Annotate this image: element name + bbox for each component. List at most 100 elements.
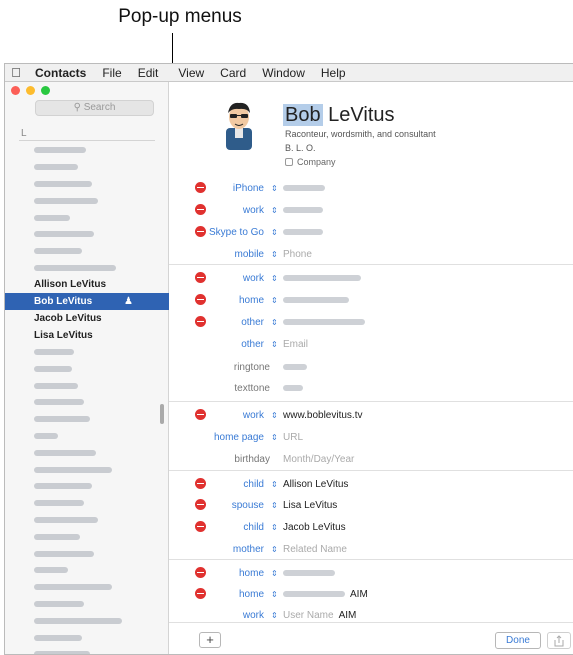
contact-list-item[interactable] (5, 461, 169, 478)
field-value[interactable] (283, 227, 323, 238)
contact-list-item[interactable] (5, 344, 169, 361)
company-checkbox-row[interactable]: Company (285, 157, 336, 167)
field-label-popup[interactable]: mother (233, 544, 264, 555)
field-label-popup[interactable]: mobile (235, 249, 264, 260)
contact-list-item[interactable] (5, 579, 169, 596)
contact-list-item[interactable]: Bob LeVitus ♟ (5, 293, 169, 310)
popup-chevron-icon[interactable]: ⇕ (271, 296, 278, 305)
field-label-popup[interactable]: home page (214, 432, 264, 443)
menu-edit[interactable]: Edit (130, 66, 167, 80)
contact-list-item[interactable]: Jacob LeVitus (5, 310, 169, 327)
field-label-popup[interactable]: work (243, 410, 264, 421)
remove-field-icon[interactable] (195, 294, 206, 305)
remove-field-icon[interactable] (195, 272, 206, 283)
contact-list-item[interactable] (5, 428, 169, 445)
field-label-popup[interactable]: work (243, 205, 264, 216)
contact-list-item[interactable]: Lisa LeVitus (5, 327, 169, 344)
field-value[interactable] (283, 273, 361, 284)
contact-list-item[interactable] (5, 192, 169, 209)
contact-list-item[interactable] (5, 209, 169, 226)
contact-list-item[interactable] (5, 176, 169, 193)
field-label-popup[interactable]: work (243, 610, 264, 621)
popup-chevron-icon[interactable]: ⇕ (271, 318, 278, 327)
field-value[interactable] (283, 183, 325, 194)
remove-field-icon[interactable] (195, 478, 206, 489)
contact-list-item[interactable] (5, 142, 169, 159)
contact-list-item[interactable] (5, 596, 169, 613)
contact-list-item[interactable] (5, 495, 169, 512)
contact-list-item[interactable] (5, 411, 169, 428)
remove-field-icon[interactable] (195, 567, 206, 578)
search-input[interactable]: ⚲ Search (35, 100, 154, 116)
field-value[interactable] (283, 568, 335, 579)
field-label-popup[interactable]: home (239, 295, 264, 306)
remove-field-icon[interactable] (195, 316, 206, 327)
field-value[interactable] (283, 295, 349, 306)
remove-field-icon[interactable] (195, 226, 206, 237)
contact-list-item[interactable] (5, 629, 169, 646)
maximize-window-button[interactable] (41, 86, 50, 95)
field-value[interactable] (283, 362, 307, 373)
contact-list-item[interactable] (5, 545, 169, 562)
field-value[interactable]: URL (283, 432, 303, 443)
close-window-button[interactable] (11, 86, 20, 95)
contact-list-item[interactable] (5, 226, 169, 243)
menu-card[interactable]: Card (212, 66, 254, 80)
popup-chevron-icon[interactable]: ⇕ (271, 184, 278, 193)
field-label-popup[interactable]: child (243, 522, 264, 533)
company-checkbox[interactable] (285, 158, 293, 166)
popup-chevron-icon[interactable]: ⇕ (271, 569, 278, 578)
popup-chevron-icon[interactable]: ⇕ (271, 250, 278, 259)
field-label-popup[interactable]: Skype to Go (209, 227, 264, 238)
contact-list-item[interactable] (5, 444, 169, 461)
field-value[interactable]: Jacob LeVitus (283, 522, 346, 533)
apple-icon[interactable]:  (5, 65, 27, 80)
field-value[interactable]: Related Name (283, 544, 347, 555)
popup-chevron-icon[interactable]: ⇕ (271, 611, 278, 620)
remove-field-icon[interactable] (195, 182, 206, 193)
field-value[interactable]: www.boblevitus.tv (283, 410, 362, 421)
field-value[interactable]: Email (283, 339, 308, 350)
done-button[interactable]: Done (495, 632, 541, 649)
im-service-popup[interactable]: AIM (350, 589, 368, 600)
field-value[interactable]: Phone (283, 249, 312, 260)
contact-list-item[interactable] (5, 478, 169, 495)
popup-chevron-icon[interactable]: ⇕ (271, 590, 278, 599)
contact-list-item[interactable] (5, 512, 169, 529)
field-label-popup[interactable]: work (243, 273, 264, 284)
contact-list-item[interactable]: Allison LeVitus (5, 276, 169, 293)
field-label-popup[interactable]: other (241, 317, 264, 328)
first-name-field[interactable]: Bob (283, 104, 323, 126)
share-button[interactable] (547, 632, 571, 649)
remove-field-icon[interactable] (195, 409, 206, 420)
contact-list-item[interactable] (5, 243, 169, 260)
popup-chevron-icon[interactable]: ⇕ (271, 274, 278, 283)
field-value[interactable]: Allison LeVitus (283, 479, 348, 490)
contact-list-item[interactable] (5, 612, 169, 629)
field-label-popup[interactable]: iPhone (233, 183, 264, 194)
field-value[interactable] (283, 317, 365, 328)
contact-list-item[interactable] (5, 394, 169, 411)
field-label-popup[interactable]: child (243, 479, 264, 490)
remove-field-icon[interactable] (195, 588, 206, 599)
menu-help[interactable]: Help (313, 66, 354, 80)
menu-view[interactable]: View (170, 66, 212, 80)
remove-field-icon[interactable] (195, 521, 206, 532)
field-label-popup[interactable]: home (239, 568, 264, 579)
popup-chevron-icon[interactable]: ⇕ (271, 545, 278, 554)
contact-list-item[interactable] (5, 159, 169, 176)
field-value[interactable] (283, 383, 303, 394)
field-label-popup[interactable]: other (241, 339, 264, 350)
popup-chevron-icon[interactable]: ⇕ (271, 480, 278, 489)
popup-chevron-icon[interactable]: ⇕ (271, 411, 278, 420)
contact-list-item[interactable] (5, 646, 169, 654)
contact-name[interactable]: Bob LeVitus (283, 104, 395, 127)
add-field-button[interactable]: + (199, 632, 221, 648)
last-name-field[interactable]: LeVitus (328, 104, 394, 126)
menu-contacts[interactable]: Contacts (27, 66, 94, 80)
field-label-popup[interactable]: home (239, 589, 264, 600)
popup-chevron-icon[interactable]: ⇕ (271, 228, 278, 237)
contact-avatar[interactable] (217, 100, 261, 150)
job-title-field[interactable]: Raconteur, wordsmith, and consultant (285, 129, 436, 139)
popup-chevron-icon[interactable]: ⇕ (271, 433, 278, 442)
